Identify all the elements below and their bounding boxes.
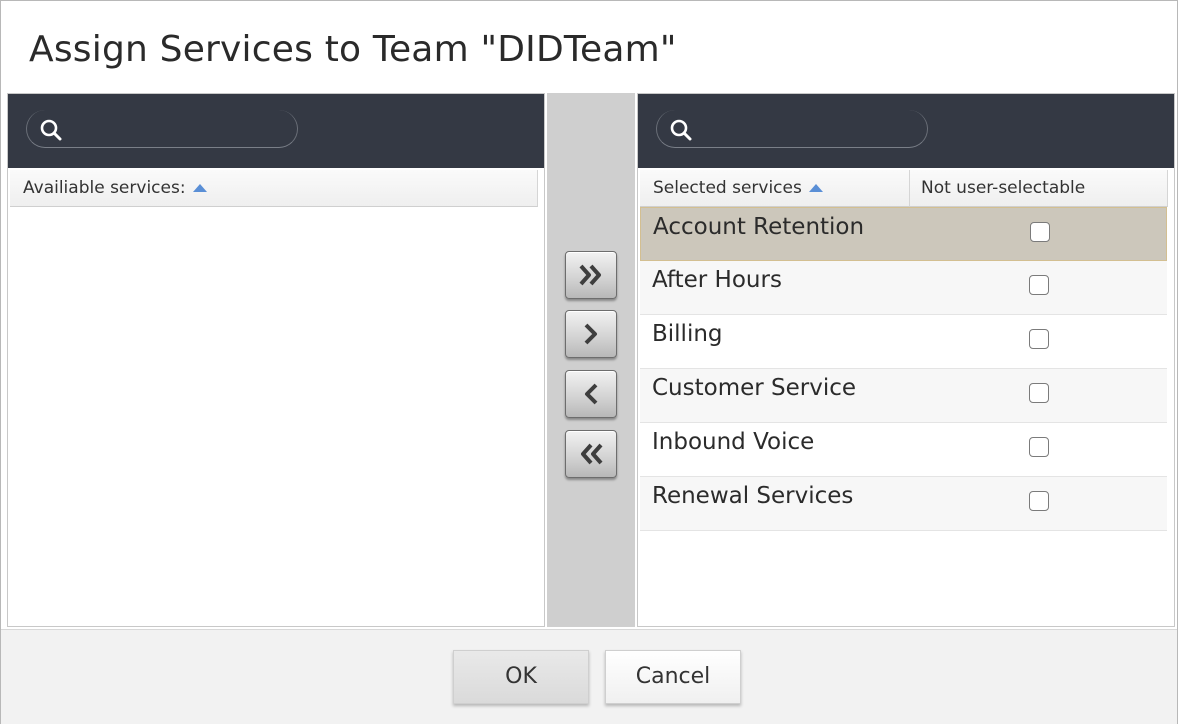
not-user-selectable-checkbox[interactable] (1030, 222, 1050, 242)
remove-all-button[interactable] (565, 430, 617, 478)
available-services-header-label: Availiable services: (23, 178, 186, 198)
double-chevron-left-icon (581, 443, 603, 465)
available-services-column-header[interactable]: Availiable services: (10, 170, 538, 207)
list-item[interactable]: Customer Service (640, 369, 1167, 423)
add-all-button[interactable] (565, 251, 617, 299)
available-search-input[interactable] (69, 116, 283, 144)
search-icon (40, 119, 62, 141)
chevron-right-icon (584, 323, 597, 345)
double-chevron-right-icon (579, 264, 601, 286)
list-item[interactable]: Account Retention (640, 207, 1167, 261)
selected-search-input[interactable] (699, 116, 913, 144)
service-label: Customer Service (652, 375, 857, 401)
not-user-selectable-checkbox[interactable] (1029, 329, 1049, 349)
not-user-selectable-checkbox[interactable] (1029, 491, 1049, 511)
selected-services-panel: Selected services Not user-selectable Ac… (637, 93, 1175, 627)
selected-search-bar (638, 94, 1174, 168)
list-item[interactable]: Renewal Services (640, 477, 1167, 531)
not-user-selectable-column-header[interactable]: Not user-selectable (910, 170, 1168, 207)
transfer-button-strip (547, 93, 635, 627)
available-search-bar (8, 94, 544, 168)
selected-services-header-label: Selected services (653, 178, 802, 198)
selected-search-box[interactable] (656, 110, 928, 148)
not-user-selectable-checkbox[interactable] (1029, 437, 1049, 457)
service-label: Account Retention (653, 214, 865, 240)
cancel-button[interactable]: Cancel (605, 650, 741, 704)
sort-ascending-icon (192, 184, 207, 192)
dialog-footer: OK Cancel (1, 629, 1177, 724)
available-services-panel: Availiable services: (7, 93, 545, 627)
service-label: After Hours (652, 267, 782, 293)
ok-button[interactable]: OK (453, 650, 589, 704)
available-search-box[interactable] (26, 110, 298, 148)
not-user-selectable-header-label: Not user-selectable (921, 178, 1086, 198)
list-item[interactable]: Billing (640, 315, 1167, 369)
selected-services-column-header[interactable]: Selected services (640, 170, 910, 207)
not-user-selectable-checkbox[interactable] (1029, 383, 1049, 403)
service-label: Renewal Services (652, 483, 854, 509)
list-item[interactable]: After Hours (640, 261, 1167, 315)
list-item[interactable]: Inbound Voice (640, 423, 1167, 477)
service-label: Billing (652, 321, 723, 347)
not-user-selectable-checkbox[interactable] (1029, 275, 1049, 295)
remove-selected-button[interactable] (565, 370, 617, 418)
add-selected-button[interactable] (565, 310, 617, 358)
chevron-left-icon (585, 383, 598, 405)
service-label: Inbound Voice (652, 429, 815, 455)
assign-services-dialog: Assign Services to Team "DIDTeam" Availi… (0, 0, 1178, 724)
dialog-title: Assign Services to Team "DIDTeam" (29, 29, 677, 70)
sort-ascending-icon (808, 184, 823, 192)
search-icon (670, 119, 692, 141)
